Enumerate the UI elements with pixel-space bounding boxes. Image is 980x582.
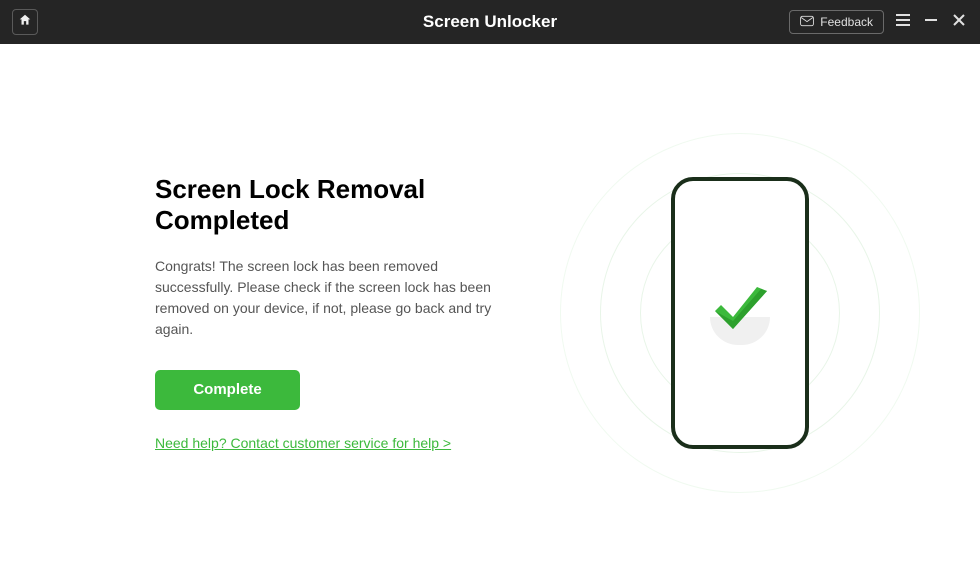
close-button[interactable] <box>950 13 968 31</box>
close-icon <box>952 13 966 32</box>
minimize-button[interactable] <box>922 13 940 31</box>
mail-icon <box>800 15 814 30</box>
menu-icon <box>895 13 911 32</box>
illustration-panel <box>550 44 930 582</box>
complete-button[interactable]: Complete <box>155 370 300 410</box>
main-content: Screen Lock Removal Completed Congrats! … <box>0 44 980 582</box>
success-heading: Screen Lock Removal Completed <box>155 174 510 236</box>
titlebar: Screen Unlocker Feedback <box>0 0 980 44</box>
help-link[interactable]: Need help? Contact customer service for … <box>155 435 451 451</box>
success-description: Congrats! The screen lock has been remov… <box>155 256 510 340</box>
home-icon <box>18 13 32 32</box>
phone-illustration <box>671 177 809 449</box>
titlebar-controls: Feedback <box>789 10 968 34</box>
feedback-button[interactable]: Feedback <box>789 10 884 34</box>
app-title: Screen Unlocker <box>423 12 557 32</box>
message-panel: Screen Lock Removal Completed Congrats! … <box>50 174 550 453</box>
menu-button[interactable] <box>894 13 912 31</box>
minimize-icon <box>924 13 938 32</box>
home-button[interactable] <box>12 9 38 35</box>
feedback-label: Feedback <box>820 15 873 29</box>
checkmark-icon <box>705 281 775 346</box>
